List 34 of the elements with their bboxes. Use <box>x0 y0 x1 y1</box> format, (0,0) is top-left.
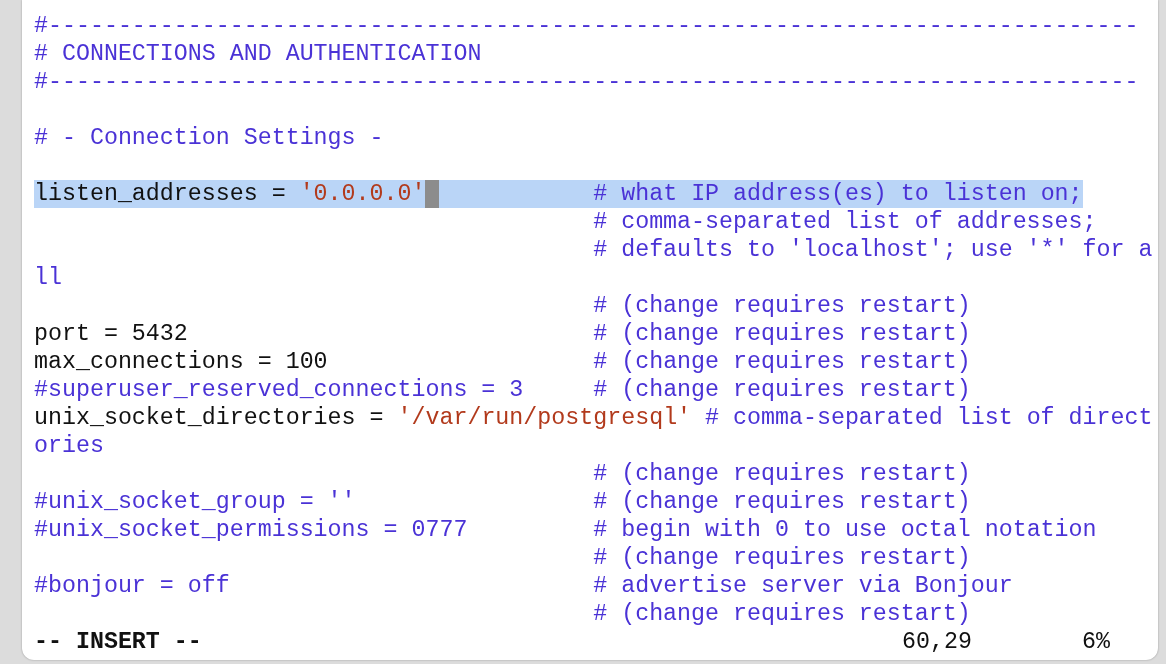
string-value: '/var/run/postgresql' <box>397 404 692 432</box>
code-text: unix_socket_directories = <box>34 404 384 432</box>
comment-text: # (change requires restart) <box>593 600 971 628</box>
code-text: listen_addresses = <box>34 180 286 208</box>
comment-text: # (change requires restart) <box>593 544 971 572</box>
comment-text: # comma-separated list of direct <box>705 404 1153 432</box>
comment-text: # comma-separated list of addresses; <box>593 208 1097 236</box>
comment-text: # (change requires restart) <box>593 320 971 348</box>
comment-text: # advertise server via Bonjour <box>593 572 1013 600</box>
comment-text: #unix_socket_group = '' <box>34 488 356 516</box>
comment-text: # (change requires restart) <box>593 488 971 516</box>
comment-text: #superuser_reserved_connections = 3 <box>34 376 524 404</box>
cursor-position: 60,29 <box>902 628 973 656</box>
comment-text: # (change requires restart) <box>593 348 971 376</box>
cursor <box>425 180 440 208</box>
comment-text: #------------------------------------------------------------------------------ <box>34 68 1139 96</box>
comment-text: # (change requires restart) <box>593 460 971 488</box>
comment-text: #------------------------------------------------------------------------------ <box>34 12 1139 40</box>
code-text: max_connections = 100 <box>34 348 328 376</box>
comment-text: # begin with 0 to use octal notation <box>593 516 1097 544</box>
comment-text: # - Connection Settings - <box>34 124 384 152</box>
string-value: '0.0.0.0' <box>299 180 426 208</box>
comment-text: ll <box>34 264 62 292</box>
comment-text: # (change requires restart) <box>593 292 971 320</box>
mode-indicator: -- INSERT -- <box>34 628 203 656</box>
comment-text: #bonjour = off <box>34 572 230 600</box>
comment-text: # (change requires restart) <box>593 376 971 404</box>
comment-text: # defaults to 'localhost'; use '*' for a <box>593 236 1153 264</box>
comment-text: ories <box>34 432 104 460</box>
comment-text: # what IP address(es) to listen on; <box>593 180 1083 208</box>
scroll-percent: 6% <box>1082 628 1110 656</box>
comment-text: #unix_socket_permissions = 0777 <box>34 516 468 544</box>
code-text: port = 5432 <box>34 320 188 348</box>
comment-text: # CONNECTIONS AND AUTHENTICATION <box>34 40 482 68</box>
